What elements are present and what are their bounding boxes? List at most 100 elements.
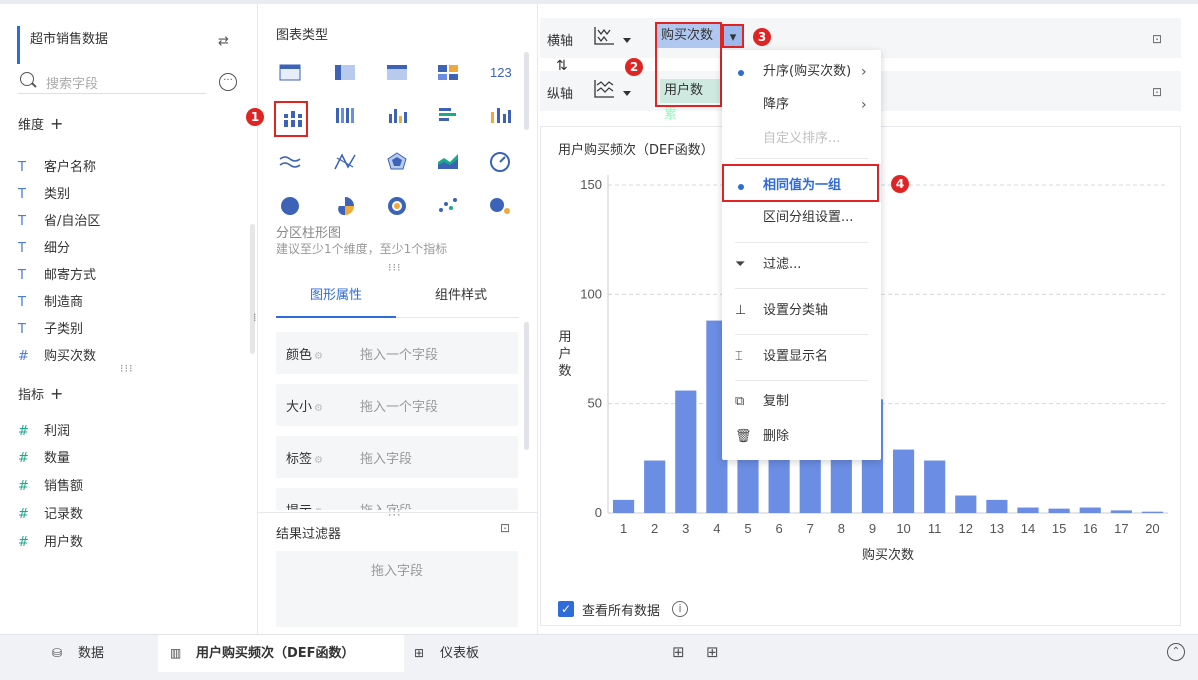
- properties-scrollbar[interactable]: [524, 322, 529, 450]
- dimension-field[interactable]: T 子类别: [18, 318, 83, 340]
- menu-item[interactable]: 🗑 删除: [722, 422, 881, 452]
- dimension-field[interactable]: # 购买次数: [18, 345, 96, 367]
- measure-field[interactable]: # 记录数: [18, 503, 83, 525]
- view-all-data-checkbox[interactable]: ✓: [558, 601, 574, 617]
- dimension-field-label: 邮寄方式: [44, 268, 97, 283]
- datasource-title[interactable]: 超市销售数据: [17, 26, 239, 64]
- property-dropzone[interactable]: 拖入一个字段: [360, 396, 438, 415]
- x-axis-field-dropdown-button[interactable]: ▾: [722, 24, 744, 48]
- measure-field[interactable]: # 用户数: [18, 531, 83, 553]
- text-dimension-icon: T: [18, 268, 26, 283]
- chart-bar: [675, 390, 697, 513]
- property-dropzone[interactable]: 拖入字段: [360, 448, 412, 467]
- x-axis-type-caret-icon[interactable]: [623, 38, 631, 43]
- add-measure-icon[interactable]: +: [50, 384, 63, 403]
- x-axis-type-icon[interactable]: [592, 24, 620, 48]
- bubble-icon[interactable]: [488, 194, 512, 216]
- menu-item[interactable]: 升序(购买次数) ›: [722, 57, 881, 87]
- gear-icon[interactable]: ⚙: [314, 403, 323, 414]
- bar-icon[interactable]: [436, 104, 460, 126]
- tab-chart[interactable]: ▥ 用户购买频次（DEF函数）: [158, 635, 404, 672]
- dimension-field[interactable]: T 省/自治区: [18, 210, 100, 232]
- area-icon[interactable]: [278, 150, 302, 172]
- menu-item[interactable]: ⌶ 设置显示名: [722, 342, 881, 372]
- tab-component-style[interactable]: 组件样式: [406, 282, 516, 318]
- tab-data[interactable]: ⛁ 数据: [52, 635, 152, 672]
- y-axis-aggregation: 累: [664, 107, 678, 122]
- menu-item[interactable]: 区间分组设置...: [722, 203, 881, 233]
- menu-item-label: 设置分类轴: [763, 303, 829, 318]
- tab-dashboard[interactable]: ⊞ 仪表板: [414, 635, 514, 672]
- scatter-icon[interactable]: [436, 194, 460, 216]
- y-axis-lock-icon[interactable]: ⊡: [1152, 85, 1166, 99]
- switch-datasource-icon[interactable]: ⇄: [218, 34, 234, 49]
- gauge-icon[interactable]: [488, 150, 512, 172]
- filter-lock-icon[interactable]: ⊡: [500, 521, 516, 535]
- kpi-card-icon[interactable]: [436, 61, 460, 83]
- radar-icon[interactable]: [385, 150, 409, 172]
- rose-icon[interactable]: [333, 194, 357, 216]
- menu-item[interactable]: ⧉ 复制: [722, 387, 881, 417]
- y-axis-type-icon[interactable]: [592, 77, 620, 101]
- chart-types-resize-handle[interactable]: ⁝⁝⁝: [388, 261, 402, 274]
- result-filter-dropzone[interactable]: 拖入字段: [276, 551, 518, 627]
- measure-field[interactable]: # 利润: [18, 420, 70, 442]
- more-options-icon[interactable]: ···: [219, 73, 237, 91]
- measure-field[interactable]: # 销售额: [18, 475, 83, 497]
- property-dropzone[interactable]: 拖入一个字段: [360, 344, 438, 363]
- chart-types-scrollbar[interactable]: [524, 52, 529, 130]
- number-card-icon[interactable]: 123: [488, 61, 512, 83]
- property-row[interactable]: 标签 ⚙ 拖入字段: [276, 436, 518, 478]
- add-chart-icon[interactable]: ⊞: [672, 643, 685, 661]
- property-row[interactable]: 大小 ⚙ 拖入一个字段: [276, 384, 518, 426]
- detail-table-icon[interactable]: [385, 61, 409, 83]
- stacked-column-icon[interactable]: [488, 104, 512, 126]
- menu-item[interactable]: 降序 ›: [722, 90, 881, 120]
- swap-axes-icon[interactable]: ⇅: [556, 58, 568, 74]
- pie-icon[interactable]: [278, 194, 302, 216]
- grouped-column-icon[interactable]: [274, 101, 308, 137]
- property-tabs: 图形属性 组件样式: [276, 282, 519, 318]
- property-row[interactable]: 颜色 ⚙ 拖入一个字段: [276, 332, 518, 374]
- text-dimension-icon: T: [18, 160, 26, 175]
- add-dimension-icon[interactable]: +: [50, 114, 63, 133]
- tab-graphic-properties[interactable]: 图形属性: [276, 282, 396, 318]
- menu-item[interactable]: ⊥ 设置分类轴: [722, 296, 881, 326]
- cross-table-icon[interactable]: [333, 61, 357, 83]
- dimension-field[interactable]: T 细分: [18, 237, 70, 259]
- panel-resize-handle[interactable]: ⁞: [253, 311, 258, 324]
- multi-column-icon[interactable]: [333, 104, 357, 126]
- gear-icon[interactable]: ⚙: [314, 507, 323, 510]
- field-search[interactable]: 搜索字段: [18, 68, 206, 94]
- line-scatter-icon[interactable]: [333, 150, 357, 172]
- x-tick-label: 12: [959, 521, 973, 536]
- dimension-field[interactable]: T 类别: [18, 183, 70, 205]
- x-axis-lock-icon[interactable]: ⊡: [1152, 32, 1166, 46]
- resize-handle[interactable]: ⁝⁝⁝: [120, 362, 134, 375]
- info-icon[interactable]: i: [672, 601, 688, 617]
- property-dropzone[interactable]: 拖入字段: [360, 500, 412, 510]
- area-chart-icon[interactable]: [436, 150, 460, 172]
- collapse-icon[interactable]: ⌃: [1167, 643, 1185, 661]
- panel-scrollbar[interactable]: [250, 224, 255, 354]
- dimension-field[interactable]: T 制造商: [18, 291, 83, 313]
- gear-icon[interactable]: ⚙: [314, 351, 323, 362]
- menu-separator: [735, 288, 868, 289]
- dimension-field[interactable]: T 客户名称: [18, 156, 96, 178]
- measure-field[interactable]: # 数量: [18, 447, 70, 469]
- app-root: 超市销售数据 ⇄ 搜索字段 ··· 维度 + T 客户名称 T 类别 T 省/自治区 T 细分 T…: [0, 0, 1198, 680]
- x-tick-label: 7: [807, 521, 814, 536]
- column-icon[interactable]: [385, 104, 409, 126]
- property-label: 颜色 ⚙: [286, 344, 323, 363]
- dimension-field[interactable]: T 邮寄方式: [18, 264, 96, 286]
- sunburst-icon[interactable]: [385, 194, 409, 216]
- gear-icon[interactable]: ⚙: [314, 455, 323, 466]
- add-dashboard-icon[interactable]: ⊞: [706, 643, 719, 661]
- highlight-box-axis-fields: [655, 22, 722, 107]
- x-tick-label: 5: [744, 521, 751, 536]
- table-icon[interactable]: [278, 61, 302, 83]
- y-axis-type-caret-icon[interactable]: [623, 91, 631, 96]
- filter-icon: ⏷: [735, 257, 746, 272]
- menu-item[interactable]: ⏷ 过滤...: [722, 250, 881, 280]
- measure-field-label: 记录数: [44, 507, 84, 522]
